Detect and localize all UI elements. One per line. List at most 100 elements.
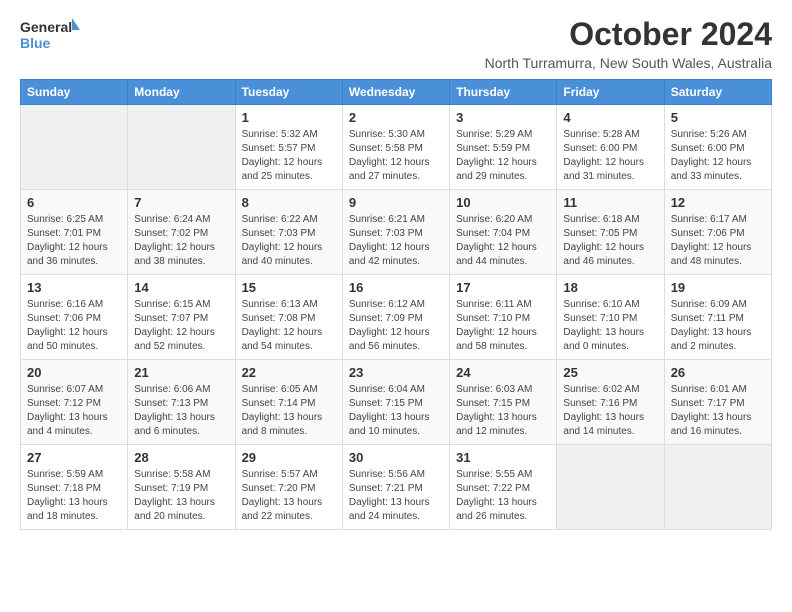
calendar-cell: 2Sunrise: 5:30 AM Sunset: 5:58 PM Daylig… [342,105,449,190]
title-block: October 2024 North Turramurra, New South… [485,16,772,71]
calendar-cell [557,445,664,530]
day-info: Sunrise: 5:56 AM Sunset: 7:21 PM Dayligh… [349,468,443,524]
day-info: Sunrise: 6:11 AM Sunset: 7:10 PM Dayligh… [456,298,550,354]
day-number: 6 [27,195,121,210]
day-info: Sunrise: 6:12 AM Sunset: 7:09 PM Dayligh… [349,298,443,354]
day-number: 12 [671,195,765,210]
day-info: Sunrise: 6:02 AM Sunset: 7:16 PM Dayligh… [563,383,657,439]
day-info: Sunrise: 6:25 AM Sunset: 7:01 PM Dayligh… [27,213,121,269]
col-header-wednesday: Wednesday [342,80,449,105]
calendar-cell: 3 Sunrise: 5:29 AM Sunset: 5:59 PM Daylig… [450,105,557,190]
col-header-saturday: Saturday [664,80,771,105]
day-info: Sunrise: 6:04 AM Sunset: 7:15 PM Dayligh… [349,383,443,439]
day-info: Sunrise: 5:32 AM Sunset: 5:57 PM Dayligh… [242,128,336,184]
calendar-cell: 8Sunrise: 6:22 AM Sunset: 7:03 PM Daylig… [235,190,342,275]
day-number: 30 [349,450,443,465]
day-number: 2 [349,110,443,125]
calendar-cell: 6 Sunrise: 6:25 AM Sunset: 7:01 PM Daylig… [21,190,128,275]
week-row-2: 6 Sunrise: 6:25 AM Sunset: 7:01 PM Daylig… [21,190,772,275]
day-number: 18 [563,280,657,295]
col-header-sunday: Sunday [21,80,128,105]
day-info: Sunrise: 6:18 AM Sunset: 7:05 PM Dayligh… [563,213,657,269]
day-info: Sunrise: 6:17 AM Sunset: 7:06 PM Dayligh… [671,213,765,269]
header-row: SundayMondayTuesdayWednesdayThursdayFrid… [21,80,772,105]
day-number: 17 [456,280,550,295]
day-info: Sunrise: 6:15 AM Sunset: 7:07 PM Dayligh… [134,298,228,354]
day-number: 25 [563,365,657,380]
day-info: Sunrise: 6:20 AM Sunset: 7:04 PM Dayligh… [456,213,550,269]
svg-text:Blue: Blue [20,35,51,51]
day-info: Sunrise: 6:06 AM Sunset: 7:13 PM Dayligh… [134,383,228,439]
calendar-cell [21,105,128,190]
day-number: 5 [671,110,765,125]
day-number: 14 [134,280,228,295]
calendar-cell: 16Sunrise: 6:12 AM Sunset: 7:09 PM Dayli… [342,275,449,360]
day-info: Sunrise: 5:58 AM Sunset: 7:19 PM Dayligh… [134,468,228,524]
day-number: 3 [456,110,550,125]
calendar-table: SundayMondayTuesdayWednesdayThursdayFrid… [20,79,772,530]
day-info: Sunrise: 6:07 AM Sunset: 7:12 PM Dayligh… [27,383,121,439]
calendar-cell: 17 Sunrise: 6:11 AM Sunset: 7:10 PM Dayli… [450,275,557,360]
calendar-cell: 7 Sunrise: 6:24 AM Sunset: 7:02 PM Daylig… [128,190,235,275]
day-number: 4 [563,110,657,125]
day-number: 9 [349,195,443,210]
day-info: Sunrise: 6:16 AM Sunset: 7:06 PM Dayligh… [27,298,121,354]
day-number: 19 [671,280,765,295]
col-header-tuesday: Tuesday [235,80,342,105]
calendar-cell: 27Sunrise: 5:59 AM Sunset: 7:18 PM Dayli… [21,445,128,530]
svg-text:General: General [20,19,72,35]
day-number: 26 [671,365,765,380]
day-number: 27 [27,450,121,465]
day-number: 11 [563,195,657,210]
day-info: Sunrise: 5:57 AM Sunset: 7:20 PM Dayligh… [242,468,336,524]
col-header-friday: Friday [557,80,664,105]
col-header-thursday: Thursday [450,80,557,105]
day-info: Sunrise: 5:28 AM Sunset: 6:00 PM Dayligh… [563,128,657,184]
month-title: October 2024 [485,16,772,53]
day-info: Sunrise: 6:01 AM Sunset: 7:17 PM Dayligh… [671,383,765,439]
calendar-cell: 13 Sunrise: 6:16 AM Sunset: 7:06 PM Dayli… [21,275,128,360]
calendar-cell: 9Sunrise: 6:21 AM Sunset: 7:03 PM Daylig… [342,190,449,275]
calendar-cell: 1 Sunrise: 5:32 AM Sunset: 5:57 PM Daylig… [235,105,342,190]
day-number: 28 [134,450,228,465]
day-number: 1 [242,110,336,125]
calendar-cell: 24Sunrise: 6:03 AM Sunset: 7:15 PM Dayli… [450,360,557,445]
day-info: Sunrise: 5:55 AM Sunset: 7:22 PM Dayligh… [456,468,550,524]
day-number: 13 [27,280,121,295]
calendar-cell: 29 Sunrise: 5:57 AM Sunset: 7:20 PM Dayli… [235,445,342,530]
calendar-cell: 15Sunrise: 6:13 AM Sunset: 7:08 PM Dayli… [235,275,342,360]
calendar-cell: 18 Sunrise: 6:10 AM Sunset: 7:10 PM Dayli… [557,275,664,360]
calendar-cell: 31 Sunrise: 5:55 AM Sunset: 7:22 PM Dayli… [450,445,557,530]
calendar-cell: 22 Sunrise: 6:05 AM Sunset: 7:14 PM Dayli… [235,360,342,445]
day-number: 24 [456,365,550,380]
calendar-cell: 5Sunrise: 5:26 AM Sunset: 6:00 PM Daylig… [664,105,771,190]
calendar-cell: 23 Sunrise: 6:04 AM Sunset: 7:15 PM Dayli… [342,360,449,445]
day-info: Sunrise: 5:29 AM Sunset: 5:59 PM Dayligh… [456,128,550,184]
day-number: 8 [242,195,336,210]
calendar-cell: 21 Sunrise: 6:06 AM Sunset: 7:13 PM Dayli… [128,360,235,445]
calendar-cell: 26 Sunrise: 6:01 AM Sunset: 7:17 PM Dayli… [664,360,771,445]
calendar-cell [128,105,235,190]
week-row-5: 27Sunrise: 5:59 AM Sunset: 7:18 PM Dayli… [21,445,772,530]
logo-svg: General Blue [20,16,80,56]
day-number: 29 [242,450,336,465]
calendar-cell: 20Sunrise: 6:07 AM Sunset: 7:12 PM Dayli… [21,360,128,445]
logo: General Blue [20,16,80,56]
calendar-cell: 10 Sunrise: 6:20 AM Sunset: 7:04 PM Dayli… [450,190,557,275]
day-info: Sunrise: 6:10 AM Sunset: 7:10 PM Dayligh… [563,298,657,354]
day-number: 23 [349,365,443,380]
week-row-3: 13 Sunrise: 6:16 AM Sunset: 7:06 PM Dayli… [21,275,772,360]
day-number: 22 [242,365,336,380]
page-header: General Blue October 2024 North Turramur… [20,16,772,71]
day-number: 10 [456,195,550,210]
day-info: Sunrise: 6:13 AM Sunset: 7:08 PM Dayligh… [242,298,336,354]
day-number: 21 [134,365,228,380]
calendar-cell: 28 Sunrise: 5:58 AM Sunset: 7:19 PM Dayli… [128,445,235,530]
day-info: Sunrise: 6:05 AM Sunset: 7:14 PM Dayligh… [242,383,336,439]
calendar-cell: 30 Sunrise: 5:56 AM Sunset: 7:21 PM Dayli… [342,445,449,530]
calendar-cell: 25 Sunrise: 6:02 AM Sunset: 7:16 PM Dayli… [557,360,664,445]
day-number: 7 [134,195,228,210]
day-info: Sunrise: 6:24 AM Sunset: 7:02 PM Dayligh… [134,213,228,269]
day-number: 31 [456,450,550,465]
week-row-4: 20Sunrise: 6:07 AM Sunset: 7:12 PM Dayli… [21,360,772,445]
